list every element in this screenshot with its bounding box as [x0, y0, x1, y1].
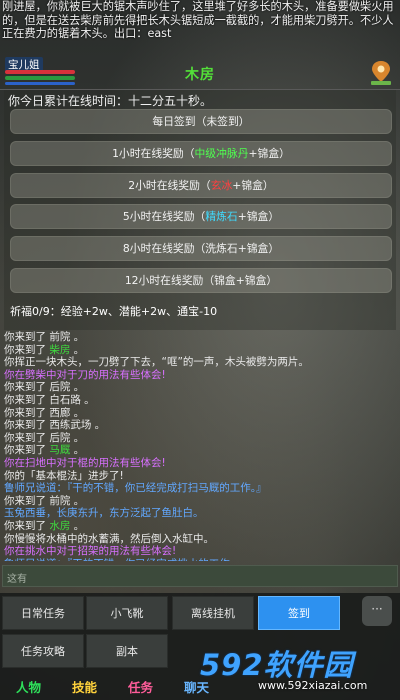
reward-text: 5小时在线奖励（: [122, 210, 206, 223]
xp-bar: [5, 82, 75, 85]
location-title: 木房: [185, 67, 215, 83]
chat-input[interactable]: 这有: [2, 565, 398, 587]
log-line: 你在扫地中对于棍的用法有些体会!: [4, 456, 166, 469]
log-line: 鲁师兄说道：『干的不错，你已经完成挑水的工作。』: [4, 558, 396, 561]
log-line: 你来到了 西廊 。: [4, 406, 85, 419]
command-button-4[interactable]: 任务攻略: [2, 634, 84, 668]
location-link[interactable]: 马厩: [49, 444, 70, 456]
reward-text: +锦盒）: [248, 147, 290, 160]
reward-text: 每日签到（未签到）: [152, 115, 250, 128]
reward-text: +锦盒）: [237, 210, 280, 223]
log-line: 你挥正一块木头，一刀劈了下去，“哐”的一声，木头被劈为两片。: [4, 356, 309, 369]
reward-button-2[interactable]: 2小时在线奖励（玄冰+锦盒）: [10, 173, 392, 198]
location-link[interactable]: 水房: [49, 520, 70, 532]
prayer-bonus-text: 祈福0/9：经验+2w、潜能+2w、通宝-10: [10, 305, 218, 318]
reward-text: 玄冰: [210, 179, 233, 192]
command-button-2[interactable]: 离线挂机: [172, 596, 254, 630]
reward-button-5[interactable]: 12小时在线奖励（锦盒+锦盒）: [10, 268, 392, 293]
location-link[interactable]: 柴房: [49, 344, 70, 356]
tab-1[interactable]: 技能: [58, 677, 111, 699]
reward-text: 12小时在线奖励（锦盒+锦盒）: [124, 274, 278, 287]
log-line: 你来到了 白石路 。: [4, 393, 95, 406]
log-line: 你来到了 前院 。: [4, 331, 85, 343]
reward-text: 8小时在线奖励（洗炼石+锦盒）: [122, 242, 280, 255]
log-line: 你来到了 西练武场 。: [4, 419, 106, 432]
reward-text: 中级冲脉丹: [194, 147, 249, 160]
message-log[interactable]: 你来到了 前院 。你来到了 柴房 。你挥正一块木头，一刀劈了下去，“哐”的一声，…: [4, 331, 396, 561]
hp-bar: [5, 70, 75, 74]
watermark-brand: 592软件园: [200, 648, 354, 682]
command-button-3[interactable]: 签到: [258, 596, 340, 630]
reward-button-3[interactable]: 5小时在线奖励（精炼石+锦盒）: [10, 204, 392, 229]
room-description: 刚进屋，你就被巨大的锯木声吵住了，这里堆了好多长的木头，准备要做柴火用的，但是在…: [2, 0, 394, 41]
log-line: 玉兔西垂，长庚东升，东方泛起了鱼肚白。: [4, 507, 204, 520]
reward-text: 1小时在线奖励（: [112, 147, 195, 160]
tab-0[interactable]: 人物: [2, 677, 55, 699]
log-line: 你来到了 前院 。: [4, 494, 85, 507]
map-icon[interactable]: [370, 60, 392, 86]
log-line: 你在挑水中对于招架的用法有些体会!: [4, 545, 177, 558]
tab-2[interactable]: 任务: [114, 677, 167, 699]
reward-text: 2小时在线奖励（: [128, 179, 211, 192]
reward-button-4[interactable]: 8小时在线奖励（洗炼石+锦盒）: [10, 236, 392, 261]
log-line: 你来到了 马厩 。: [4, 444, 85, 457]
reward-button-1[interactable]: 1小时在线奖励（中级冲脉丹+锦盒）: [10, 141, 392, 166]
log-line: 你来到了 水房 。: [4, 519, 85, 532]
online-time-text: 你今日累计在线时间：十二分五十秒。: [8, 94, 213, 108]
log-line: 你慢慢将水桶中的水蓄满，然后倒入水缸中。: [4, 532, 214, 545]
log-line: 你的「基本棍法」进步了!: [4, 469, 124, 482]
log-line: 你来到了 后院 。: [4, 381, 85, 394]
more-menu-button[interactable]: ···: [362, 596, 392, 626]
log-line: 鲁师兄说道：『干的不错，你已经完成打扫马厩的工作。』: [4, 482, 267, 495]
command-button-5[interactable]: 副本: [86, 634, 168, 668]
reward-text: 精炼石: [205, 210, 238, 223]
watermark-url: www.592xiazai.com: [258, 679, 368, 692]
command-button-1[interactable]: 小飞靴: [86, 596, 168, 630]
command-button-0[interactable]: 日常任务: [2, 596, 84, 630]
reward-button-0[interactable]: 每日签到（未签到）: [10, 109, 392, 134]
log-line: 你在劈柴中对于刀的用法有些体会!: [4, 368, 166, 381]
log-line: 你来到了 柴房 。: [4, 343, 85, 356]
mp-bar: [5, 76, 75, 80]
log-line: 你来到了 后院 。: [4, 431, 85, 444]
reward-text: +锦盒）: [232, 179, 274, 192]
